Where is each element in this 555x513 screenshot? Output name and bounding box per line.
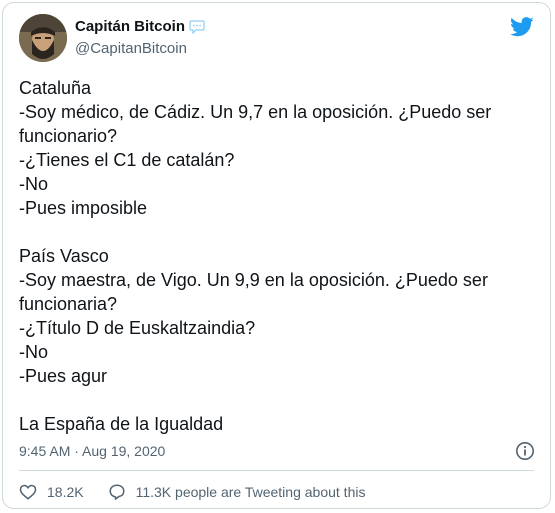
tweet-line (19, 388, 529, 412)
tweet-line: País Vasco (19, 246, 109, 266)
tweet-line: -¿Tienes el C1 de catalán? (19, 150, 235, 170)
tweet-line (19, 220, 529, 244)
tweet-line: -Soy maestra, de Vigo. Un 9,9 en la opos… (19, 270, 488, 290)
tweet-card[interactable]: Capitán Bitcoin @CapitanBitcoin Cataluña… (2, 2, 551, 509)
tweet-line: -¿Título D de Euskaltzaindia? (19, 318, 256, 338)
conversation-button[interactable]: 11.3K people are Tweeting about this (108, 483, 366, 501)
info-icon[interactable] (515, 441, 535, 461)
like-count: 18.2K (47, 484, 84, 500)
tweet-text: Cataluña -Soy médico, de Cádiz. Un 9,7 e… (19, 76, 529, 436)
tweet-line: funcionario? (19, 126, 118, 146)
divider (19, 470, 534, 471)
author-name[interactable]: Capitán Bitcoin (75, 18, 205, 35)
tweet-line: La España de la Igualdad (19, 414, 224, 434)
tweet-line: Cataluña (19, 78, 92, 98)
heart-icon (19, 484, 37, 500)
author-name-text: Capitán Bitcoin (75, 18, 186, 35)
avatar[interactable] (19, 14, 67, 62)
tweet-line: -No (19, 342, 49, 362)
tweet-line: -Pues agur (19, 366, 108, 386)
chat-bubble-icon (189, 19, 205, 34)
tweet-line: -Pues imposible (19, 198, 148, 218)
like-button[interactable]: 18.2K (19, 483, 84, 501)
twitter-bird-icon[interactable] (510, 17, 534, 37)
retweet-people-text: 11.3K people are Tweeting about this (135, 484, 366, 500)
tweet-line: funcionaria? (19, 294, 118, 314)
comment-icon (109, 484, 125, 500)
tweet-line: -Soy médico, de Cádiz. Un 9,7 en la opos… (19, 102, 492, 122)
tweet-line: -No (19, 174, 49, 194)
tweet-actions: 18.2K 11.3K people are Tweeting about th… (19, 483, 365, 501)
author-handle[interactable]: @CapitanBitcoin (75, 40, 187, 57)
tweet-timestamp[interactable]: 9:45 AM · Aug 19, 2020 (19, 443, 165, 459)
